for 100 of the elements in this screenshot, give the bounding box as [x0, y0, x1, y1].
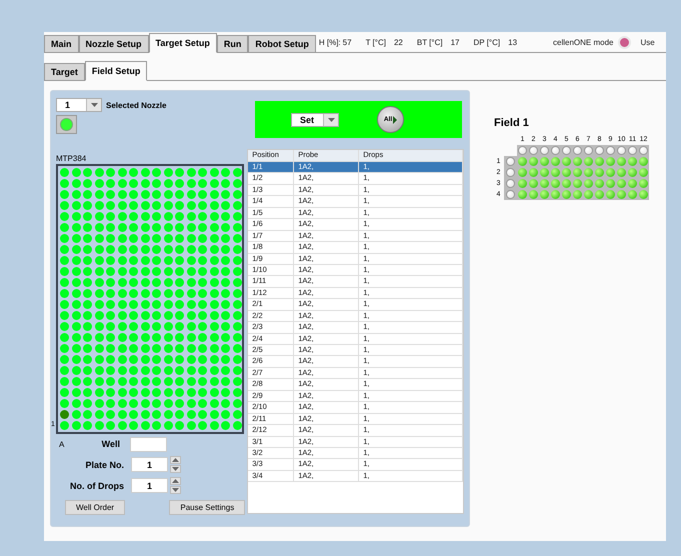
well[interactable] [186, 344, 196, 353]
well[interactable] [83, 333, 92, 342]
well[interactable] [186, 355, 196, 364]
well[interactable] [186, 278, 196, 287]
well[interactable] [186, 300, 196, 309]
well[interactable] [221, 245, 230, 254]
well[interactable] [94, 223, 104, 232]
well[interactable] [94, 377, 104, 386]
well[interactable] [186, 201, 196, 210]
well[interactable] [164, 201, 173, 210]
well[interactable] [198, 300, 208, 309]
well[interactable] [72, 223, 81, 232]
well[interactable] [140, 179, 150, 188]
well[interactable] [221, 322, 230, 331]
well[interactable] [198, 179, 208, 188]
well[interactable] [164, 333, 173, 342]
well[interactable] [198, 212, 208, 221]
field-well[interactable] [540, 157, 549, 166]
well[interactable] [140, 190, 150, 199]
well[interactable] [175, 410, 184, 419]
well[interactable] [106, 234, 116, 243]
well[interactable] [152, 278, 162, 287]
well[interactable] [83, 201, 92, 210]
well[interactable] [175, 256, 184, 265]
field-well[interactable] [595, 157, 604, 166]
well[interactable] [94, 410, 104, 419]
well[interactable] [118, 223, 127, 232]
well[interactable] [152, 168, 162, 177]
well[interactable] [140, 256, 150, 265]
well[interactable] [198, 267, 208, 276]
well[interactable] [152, 421, 162, 430]
well[interactable] [83, 278, 92, 287]
well[interactable] [175, 278, 184, 287]
well[interactable] [129, 168, 138, 177]
well[interactable] [164, 190, 173, 199]
well[interactable] [232, 256, 242, 265]
well[interactable] [152, 267, 162, 276]
well[interactable] [210, 333, 219, 342]
well[interactable] [164, 267, 173, 276]
well[interactable] [210, 344, 219, 353]
well[interactable] [175, 344, 184, 353]
well[interactable] [140, 399, 150, 408]
well[interactable] [60, 278, 70, 287]
well[interactable] [152, 377, 162, 386]
well-input[interactable] [130, 436, 167, 452]
field-well[interactable] [617, 179, 626, 188]
field-well[interactable] [529, 190, 538, 199]
well[interactable] [210, 355, 219, 364]
well[interactable] [94, 300, 104, 309]
well[interactable] [60, 289, 70, 298]
well-plate[interactable] [56, 164, 244, 434]
well[interactable] [106, 421, 116, 430]
well[interactable] [210, 322, 219, 331]
well[interactable] [60, 421, 70, 430]
well[interactable] [106, 168, 116, 177]
well[interactable] [83, 223, 92, 232]
well[interactable] [210, 300, 219, 309]
well[interactable] [210, 190, 219, 199]
well[interactable] [164, 410, 173, 419]
well[interactable] [210, 366, 219, 375]
well[interactable] [140, 278, 150, 287]
field-well[interactable] [606, 157, 615, 166]
well[interactable] [83, 190, 92, 199]
well[interactable] [106, 377, 116, 386]
well[interactable] [221, 333, 230, 342]
well[interactable] [118, 410, 127, 419]
well[interactable] [60, 344, 70, 353]
well[interactable] [186, 289, 196, 298]
well[interactable] [106, 179, 116, 188]
well[interactable] [94, 190, 104, 199]
well[interactable] [232, 344, 242, 353]
well[interactable] [129, 223, 138, 232]
well[interactable] [198, 344, 208, 353]
well[interactable] [140, 322, 150, 331]
well[interactable] [106, 300, 116, 309]
well[interactable] [83, 377, 92, 386]
tab[interactable]: Nozzle Setup [78, 35, 149, 52]
well[interactable] [72, 168, 81, 177]
well[interactable] [72, 344, 81, 353]
well[interactable] [118, 278, 127, 287]
well[interactable] [198, 289, 208, 298]
well[interactable] [60, 388, 70, 397]
field-well[interactable] [540, 168, 549, 177]
well[interactable] [60, 179, 70, 188]
field-well[interactable] [551, 157, 560, 166]
field-well[interactable] [529, 157, 538, 166]
well[interactable] [118, 267, 127, 276]
well[interactable] [118, 388, 127, 397]
field-well[interactable] [540, 190, 549, 199]
well[interactable] [164, 179, 173, 188]
well[interactable] [210, 421, 219, 430]
well[interactable] [152, 355, 162, 364]
field-well[interactable] [606, 168, 615, 177]
well[interactable] [94, 311, 104, 320]
well[interactable] [72, 377, 81, 386]
well[interactable] [164, 300, 173, 309]
well[interactable] [94, 245, 104, 254]
well[interactable] [175, 322, 184, 331]
well[interactable] [164, 168, 173, 177]
well[interactable] [72, 245, 81, 254]
